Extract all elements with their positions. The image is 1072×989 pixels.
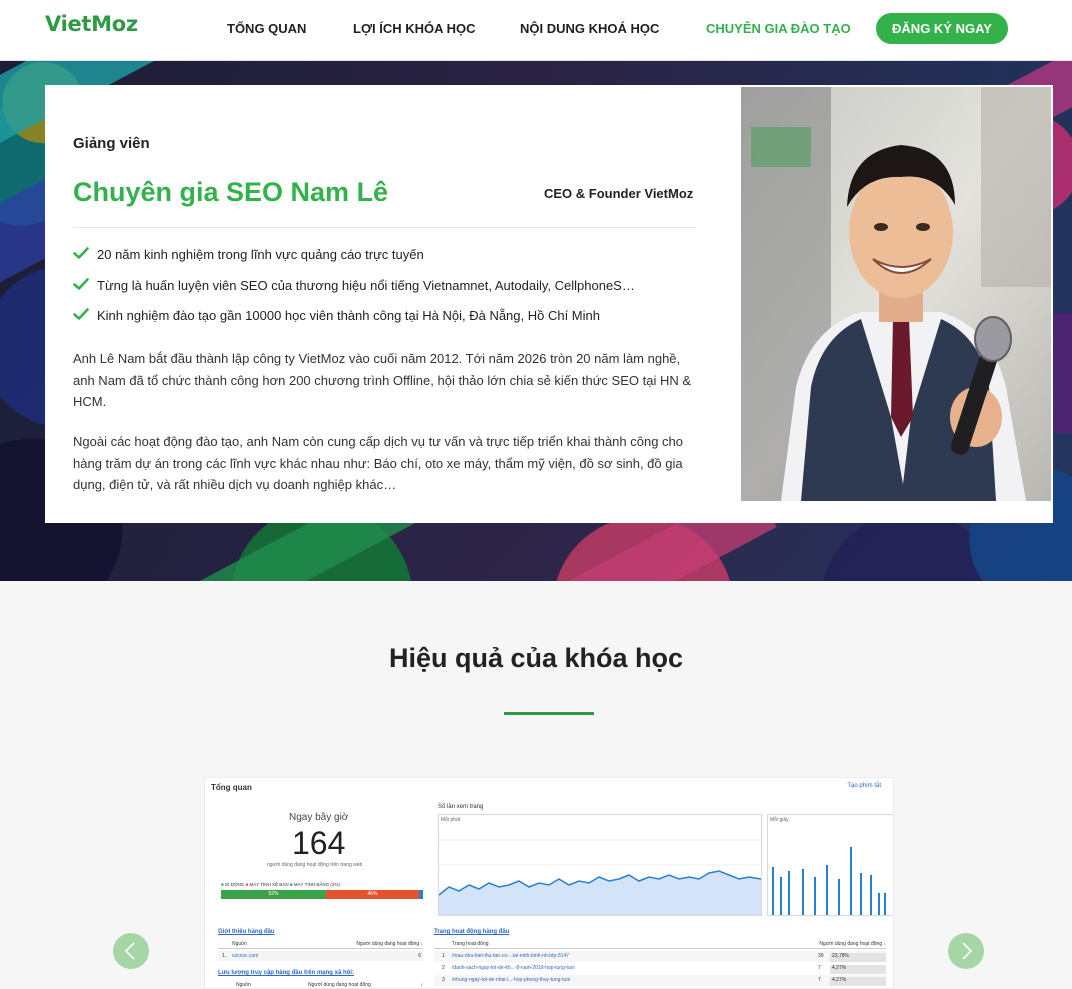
device-legend: ■ DI ĐỘNG ■ MÁY TÍNH XỂ BÀN ■ MÁY TÍNH B… bbox=[221, 882, 340, 887]
divider bbox=[73, 227, 696, 228]
per-second-label: Mỗi giây bbox=[770, 817, 789, 823]
pageviews-title: Số lần xem trang bbox=[438, 804, 484, 810]
referrals-header: Nguồn Người dùng đang hoạt động ↓ bbox=[218, 939, 423, 949]
list-item-text: Từng là huấn luyện viên SEO của thương h… bbox=[97, 277, 635, 293]
per-minute-label: Mỗi phút bbox=[441, 817, 461, 823]
chevron-left-icon bbox=[124, 942, 135, 960]
mobile-share: 52% bbox=[221, 890, 327, 899]
nav-benefits[interactable]: LỢI ÍCH KHÓA HỌC bbox=[353, 21, 476, 36]
list-item: 20 năm kinh nghiệm trong lĩnh vực quảng … bbox=[73, 247, 635, 278]
list-item: Kinh nghiệm đào tạo gần 10000 học viên t… bbox=[73, 308, 635, 339]
desktop-share: 46% bbox=[326, 890, 419, 899]
shortcut-link: Tạo phím tắt bbox=[847, 783, 881, 789]
list-item-text: 20 năm kinh nghiệm trong lĩnh vực quảng … bbox=[97, 247, 424, 262]
table-row: 1. coccoc.com 6 bbox=[218, 951, 423, 961]
device-share-bar: 52% 46% bbox=[221, 890, 423, 899]
per-second-graph bbox=[772, 847, 886, 915]
section-subtitle: Giảng viên bbox=[73, 135, 150, 152]
row-rank: 1. bbox=[222, 953, 227, 959]
list-item-text: Kinh nghiệm đào tạo gần 10000 học viên t… bbox=[97, 308, 600, 323]
col-source: Nguồn bbox=[236, 982, 251, 988]
logo[interactable]: VietMoz bbox=[45, 12, 138, 36]
per-minute-graph bbox=[438, 839, 762, 915]
carousel-next-button[interactable] bbox=[948, 933, 984, 969]
per-minute-chart: Mỗi phút bbox=[438, 814, 762, 916]
row-percent: 4,27% bbox=[830, 965, 886, 974]
section-title: Hiệu quả của khóa học bbox=[388, 643, 684, 673]
instructor-card: Giảng viên Chuyên gia SEO Nam Lê CEO & F… bbox=[45, 85, 1053, 523]
social-header: Nguồn Người dùng đang hoạt động ↓ bbox=[218, 980, 424, 988]
row-rank: 1 bbox=[442, 953, 445, 959]
bio-paragraph-2: Ngoài các hoạt động đào tạo, anh Nam còn… bbox=[73, 434, 684, 492]
pages-title[interactable]: Trang hoạt động hàng đầu bbox=[434, 929, 509, 935]
bio-paragraph-1: Anh Lê Nam bắt đầu thành lập công ty Vie… bbox=[73, 351, 692, 409]
row-percent: 4,27% bbox=[830, 977, 886, 986]
col-active-users: Người dùng đang hoạt động ↓ bbox=[356, 941, 423, 947]
title-underline bbox=[504, 712, 594, 715]
table-row: 1 /mau-nha-biet-thu-tan-co-...tai-ninh-b… bbox=[434, 951, 886, 962]
row-count: 39 bbox=[818, 953, 824, 959]
col-page: Trang hoạt động bbox=[452, 941, 489, 947]
legend-tablet: MÁY TÍNH BẢNG (2%) bbox=[293, 882, 340, 887]
sort-icon[interactable]: ↓ bbox=[421, 982, 424, 988]
col-active-users: Người dùng đang hoạt động bbox=[308, 982, 371, 988]
per-second-chart: Mỗi giây bbox=[767, 814, 893, 916]
instructor-role: CEO & Founder VietMoz bbox=[544, 186, 694, 201]
nav-content[interactable]: NỘI DUNG KHOÁ HỌC bbox=[520, 21, 659, 36]
dashboard-title: Tổng quan bbox=[211, 783, 252, 792]
col-source: Nguồn bbox=[232, 941, 247, 947]
row-page[interactable]: /nhung-ngay-tot-de-nhai-l...-hop-phong-t… bbox=[452, 977, 570, 983]
row-count: 7 bbox=[818, 977, 821, 983]
realtime-label: Ngay bây giờ bbox=[289, 812, 349, 823]
instructor-photo bbox=[741, 87, 1051, 501]
check-icon bbox=[73, 308, 89, 320]
tablet-share bbox=[418, 890, 423, 899]
instructor-section: Giảng viên Chuyên gia SEO Nam Lê CEO & F… bbox=[0, 61, 1072, 581]
chevron-right-icon bbox=[962, 942, 973, 960]
legend-desktop: MÁY TÍNH XỂ BÀN bbox=[249, 882, 289, 887]
row-rank: 3 bbox=[442, 977, 445, 983]
instructor-name: Chuyên gia SEO Nam Lê bbox=[73, 177, 389, 207]
table-row: 2 /danh-sach-ngay-tot-de-kh...-8-nam-201… bbox=[434, 963, 886, 974]
check-icon bbox=[73, 247, 89, 259]
nav-overview[interactable]: TỔNG QUAN bbox=[227, 21, 306, 36]
col-active-users: Người dùng đang hoạt động ↓ bbox=[819, 941, 886, 947]
social-title[interactable]: Lưu lượng truy cập hàng đầu trên mạng xã… bbox=[218, 970, 354, 976]
check-icon bbox=[73, 277, 89, 290]
row-page[interactable]: /mau-nha-biet-thu-tan-co-...tai-ninh-bin… bbox=[452, 953, 569, 959]
legend-mobile: DI ĐỘNG bbox=[224, 882, 245, 887]
row-page[interactable]: /danh-sach-ngay-tot-de-kh...-8-nam-2019-… bbox=[452, 965, 575, 971]
row-source[interactable]: coccoc.com bbox=[232, 953, 258, 959]
row-count: 7 bbox=[818, 965, 821, 971]
nav-experts[interactable]: CHUYÊN GIA ĐÀO TẠO bbox=[706, 21, 851, 36]
list-item: Từng là huấn luyện viên SEO của thương h… bbox=[73, 278, 635, 309]
carousel-prev-button[interactable] bbox=[113, 933, 149, 969]
row-rank: 2 bbox=[442, 965, 445, 971]
realtime-value: 164 bbox=[292, 825, 346, 861]
site-header: VietMoz TỔNG QUAN LỢI ÍCH KHÓA HỌC NỘI D… bbox=[0, 0, 1072, 61]
row-percent: 23,78% bbox=[830, 953, 886, 962]
analytics-screenshot: Tổng quan Tạo phím tắt Ngay bây giờ 164 … bbox=[204, 777, 894, 989]
register-button[interactable]: ĐĂNG KÝ NGAY bbox=[876, 13, 1008, 44]
pages-header: Trang hoạt động Người dùng đang hoạt độn… bbox=[434, 939, 886, 949]
referrals-title[interactable]: Giới thiệu hàng đầu bbox=[218, 929, 275, 935]
achievement-list: 20 năm kinh nghiệm trong lĩnh vực quảng … bbox=[73, 247, 635, 339]
row-value: 6 bbox=[418, 953, 421, 959]
realtime-subtext: người dùng đang hoạt động trên trang web bbox=[267, 862, 363, 868]
table-row: 3 /nhung-ngay-tot-de-nhai-l...-hop-phong… bbox=[434, 975, 886, 986]
